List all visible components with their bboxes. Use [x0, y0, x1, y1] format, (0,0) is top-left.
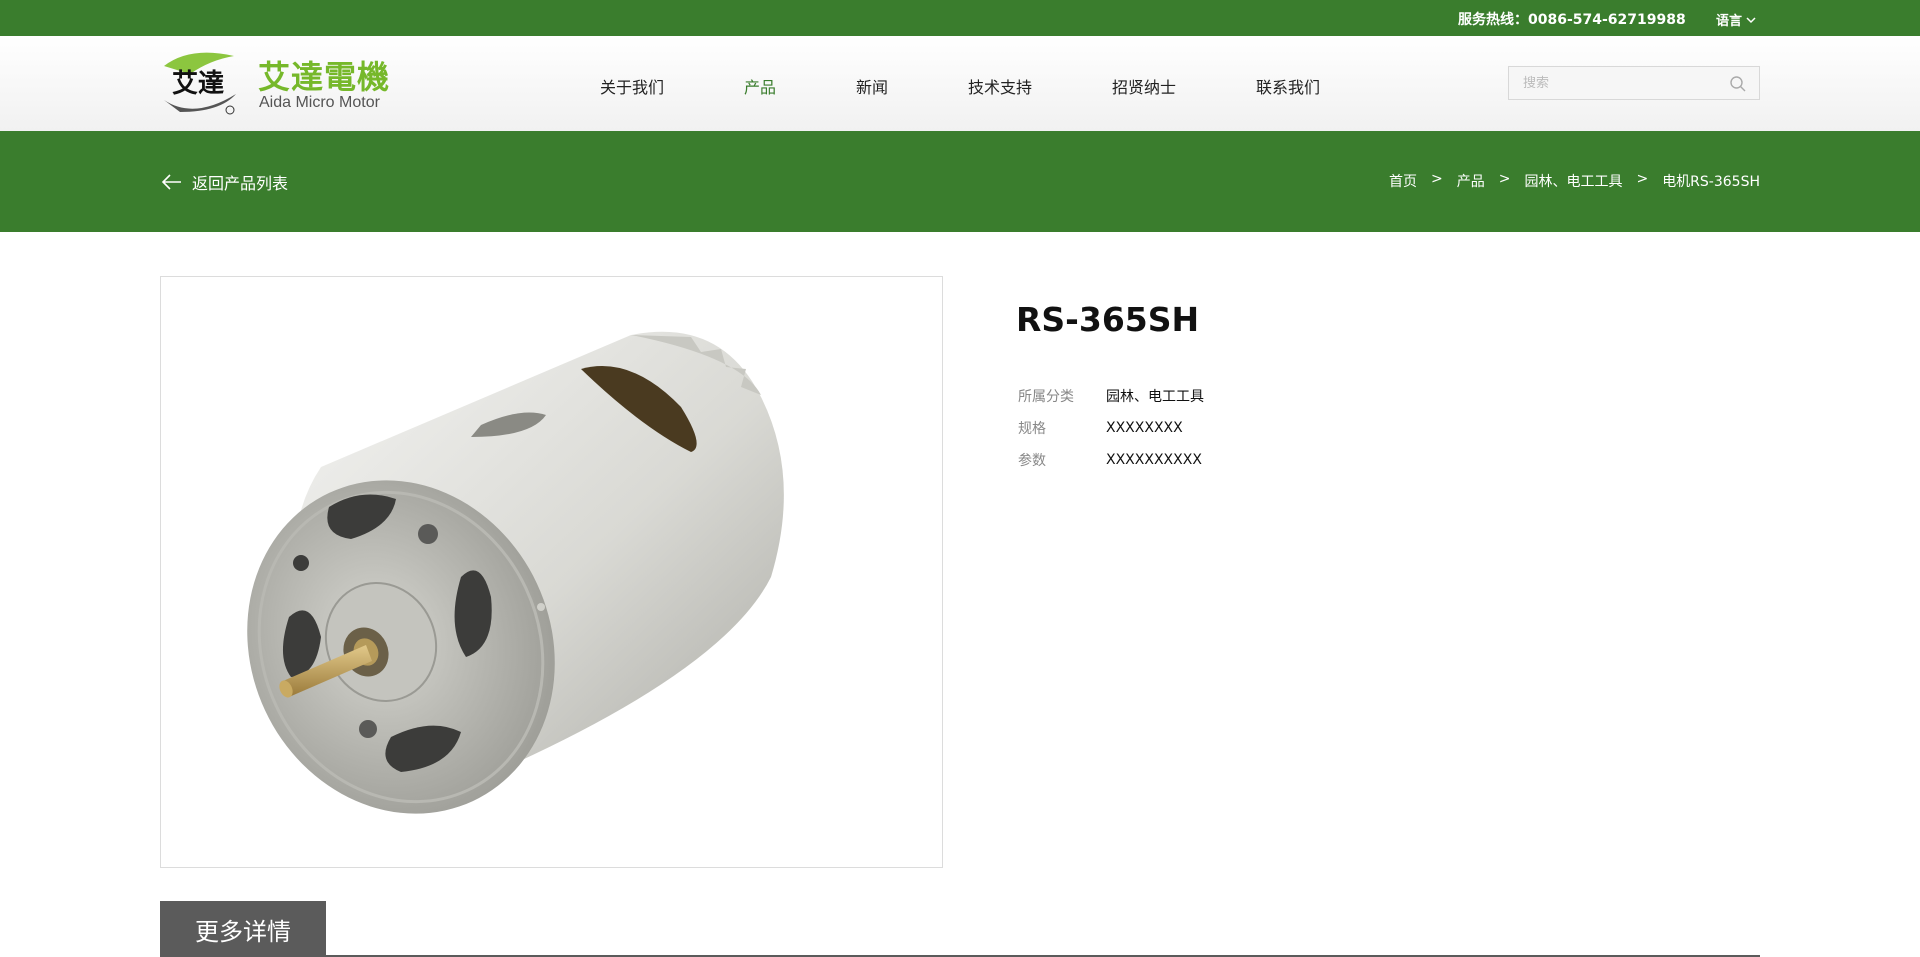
breadcrumb-home[interactable]: 首页 [1389, 171, 1417, 191]
nav-item-contact[interactable]: 联系我们 [1256, 74, 1320, 98]
logo-chinese-name: 艾達電機 [258, 58, 391, 96]
top-bar: 服务热线：0086-574-62719988 语言 [0, 0, 1920, 36]
spec-value: XXXXXXXX [1106, 420, 1183, 436]
breadcrumb-separator: > [1498, 171, 1511, 187]
product-title: RS-365SH [1016, 300, 1200, 339]
spec-label: 所属分类 [1018, 389, 1074, 405]
nav-item-news[interactable]: 新闻 [856, 74, 888, 98]
spec-row: 所属分类 园林、电工工具 [1018, 380, 1418, 412]
arrow-left-icon [161, 174, 181, 190]
back-label: 返回产品列表 [192, 174, 289, 193]
nav-item-careers[interactable]: 招贤纳士 [1112, 74, 1176, 98]
site-logo[interactable]: 艾達 艾達電機 Aida Micro Motor [160, 50, 400, 120]
breadcrumb-separator: > [1636, 171, 1649, 187]
product-specs: 所属分类 园林、电工工具 规格 XXXXXXXX 参数 XXXXXXXXXX [1018, 380, 1418, 476]
chevron-down-icon [1746, 16, 1756, 23]
breadcrumb-category[interactable]: 园林、电工工具 [1524, 171, 1622, 191]
logo-badge-icon: 艾達 [164, 52, 236, 115]
spec-label: 规格 [1018, 421, 1046, 437]
breadcrumb-products[interactable]: 产品 [1457, 171, 1485, 191]
nav-item-about[interactable]: 关于我们 [600, 74, 664, 98]
search-box [1508, 66, 1760, 100]
page-banner: 返回产品列表 首页 > 产品 > 园林、电工工具 > 电机RS-365SH [0, 131, 1920, 232]
product-motor-image [247, 331, 784, 814]
breadcrumb: 首页 > 产品 > 园林、电工工具 > 电机RS-365SH [1389, 171, 1760, 191]
spec-row: 参数 XXXXXXXXXX [1018, 444, 1418, 476]
logo-badge-text: 艾達 [172, 69, 224, 99]
back-to-list-link[interactable]: 返回产品列表 [160, 170, 288, 194]
site-header: 艾達 艾達電機 Aida Micro Motor 关于我们 产品 新闻 技术支持… [0, 36, 1920, 131]
nav-item-tech-support[interactable]: 技术支持 [968, 74, 1032, 98]
product-image-frame [160, 276, 943, 868]
hotline-text: 服务热线：0086-574-62719988 [1458, 12, 1686, 28]
language-selector[interactable]: 语言 [1716, 10, 1756, 29]
breadcrumb-current: 电机RS-365SH [1662, 174, 1760, 190]
search-icon[interactable] [1729, 75, 1747, 93]
spec-row: 规格 XXXXXXXX [1018, 412, 1418, 444]
breadcrumb-separator: > [1430, 171, 1443, 187]
spec-value: 园林、电工工具 [1106, 389, 1204, 405]
more-details-tab[interactable]: 更多详情 [160, 901, 326, 957]
logo-english-name: Aida Micro Motor [259, 94, 380, 111]
spec-label: 参数 [1018, 453, 1046, 469]
language-label: 语言 [1716, 14, 1743, 29]
search-input[interactable] [1509, 67, 1719, 99]
nav-item-products[interactable]: 产品 [744, 74, 776, 98]
spec-value: XXXXXXXXXX [1106, 452, 1202, 468]
